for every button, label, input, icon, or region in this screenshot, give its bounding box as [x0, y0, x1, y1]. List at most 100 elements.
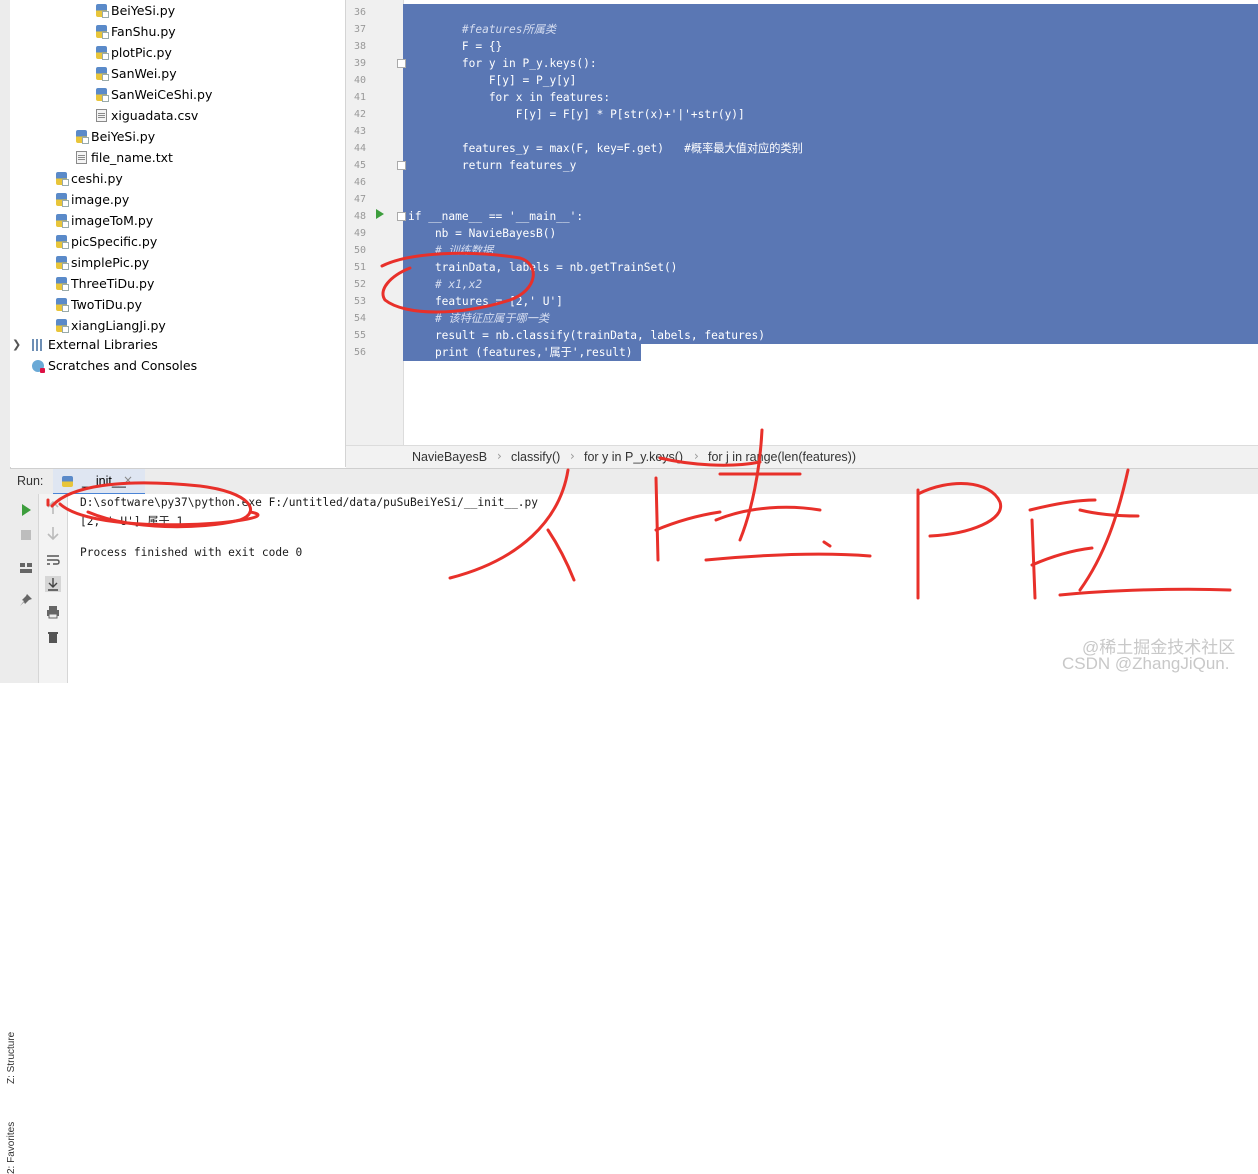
tree-item-file[interactable]: SanWei.py [96, 63, 177, 84]
line-number: 41 [353, 92, 366, 103]
python-file-icon [96, 4, 109, 18]
line-number: 38 [353, 41, 366, 52]
code-line[interactable]: # 该特征应属于哪一类 [408, 310, 549, 327]
tree-item-file[interactable]: plotPic.py [96, 42, 172, 63]
tree-item-label: picSpecific.py [71, 234, 158, 249]
arrow-down-icon[interactable] [45, 525, 61, 541]
console-line-command: D:\software\py37\python.exe F:/untitled/… [80, 496, 539, 509]
line-number: 43 [353, 126, 366, 137]
code-line[interactable]: return features_y [408, 157, 577, 174]
line-number: 55 [353, 330, 366, 341]
tree-item-label: BeiYeSi.py [111, 3, 176, 18]
fold-toggle-icon[interactable] [397, 59, 406, 68]
breadcrumb-item-method[interactable]: classify() [511, 450, 560, 464]
tree-item-file[interactable]: ceshi.py [56, 168, 123, 189]
line-number: 49 [353, 228, 366, 239]
tree-item-file[interactable]: TwoTiDu.py [56, 294, 142, 315]
tree-item-file[interactable]: SanWeiCeShi.py [96, 84, 212, 105]
library-icon [32, 339, 44, 351]
pin-icon[interactable] [18, 592, 34, 608]
stop-icon[interactable] [18, 527, 34, 543]
run-tab-label[interactable]: __init__ [82, 474, 126, 488]
selection-highlight [403, 174, 1258, 191]
python-file-icon [56, 172, 69, 186]
line-number: 42 [353, 109, 366, 120]
fold-toggle-icon[interactable] [397, 161, 406, 170]
tree-item-file[interactable]: BeiYeSi.py [76, 126, 155, 147]
scroll-to-end-icon[interactable] [45, 576, 61, 592]
tree-item-file[interactable]: picSpecific.py [56, 231, 157, 252]
trash-icon[interactable] [45, 629, 61, 645]
python-file-icon [56, 319, 69, 333]
code-line[interactable]: F[y] = P_y[y] [408, 72, 577, 89]
code-line[interactable]: for x in features: [408, 89, 610, 106]
python-file-icon [56, 193, 69, 207]
tree-item-file[interactable]: BeiYeSi.py [96, 0, 175, 21]
code-line[interactable]: print (features,'属于',result) [408, 344, 633, 361]
tree-item-file[interactable]: simplePic.py [56, 252, 149, 273]
code-line[interactable]: features_y = max(F, key=F.get) #概率最大值对应的… [408, 140, 803, 157]
line-number: 50 [353, 245, 366, 256]
code-line[interactable]: result = nb.classify(trainData, labels, … [408, 327, 765, 344]
breadcrumb-item-loop-y[interactable]: for y in P_y.keys() [584, 450, 683, 464]
run-main-icon[interactable] [376, 209, 384, 219]
line-number: 44 [353, 143, 366, 154]
selection-highlight [403, 4, 1258, 21]
rerun-icon[interactable] [18, 502, 34, 518]
python-file-icon [56, 235, 69, 249]
layout-icon[interactable] [18, 560, 34, 576]
code-line[interactable]: F = {} [408, 38, 502, 55]
breadcrumb-separator: › [570, 449, 575, 463]
tree-item-file[interactable]: ThreeTiDu.py [56, 273, 154, 294]
tree-item-file[interactable]: xiguadata.csv [96, 105, 198, 126]
print-icon[interactable] [45, 604, 61, 620]
python-file-icon [96, 25, 109, 39]
favorites-side-tab[interactable]: 2: Favorites [6, 1122, 17, 1174]
code-line[interactable]: if __name__ == '__main__': [408, 208, 583, 225]
code-line[interactable]: F[y] = F[y] * P[str(x)+'|'+str(y)] [408, 106, 745, 123]
chevron-right-icon[interactable]: ❯ [12, 334, 21, 355]
tree-item-file[interactable]: image.py [56, 189, 129, 210]
python-file-icon [56, 298, 69, 312]
breadcrumb-item-loop-j[interactable]: for j in range(len(features)) [708, 450, 856, 464]
tree-item-label: ceshi.py [71, 171, 123, 186]
line-number: 53 [353, 296, 366, 307]
python-file-icon [56, 277, 69, 291]
code-line[interactable]: # x1,x2 [408, 276, 482, 293]
console-line-output: [2, ' U'] 属于 1 [80, 515, 184, 528]
breadcrumb-item-class[interactable]: NavieBayesB [412, 450, 487, 464]
tree-item-file[interactable]: file_name.txt [76, 147, 173, 168]
run-toolbar-left: Z: Structure 2: Favorites [6, 494, 39, 1174]
line-number: 54 [353, 313, 366, 324]
line-number: 56 [353, 347, 366, 358]
tree-item-label: BeiYeSi.py [91, 129, 156, 144]
tree-item-file[interactable]: FanShu.py [96, 21, 176, 42]
tree-item-label: simplePic.py [71, 255, 150, 270]
code-line[interactable]: #features所属类 [408, 21, 556, 38]
selection-highlight [403, 123, 1258, 140]
tree-item-label: plotPic.py [111, 45, 172, 60]
structure-side-tab[interactable]: Z: Structure [6, 1032, 17, 1084]
soft-wrap-icon[interactable] [45, 552, 61, 568]
line-number: 40 [353, 75, 366, 86]
breadcrumb-separator: › [694, 449, 699, 463]
watermark-line-csdn: CSDN @ZhangJiQun. [1062, 654, 1230, 673]
tree-item-scratches[interactable]: Scratches and Consoles [32, 355, 197, 376]
line-number: 36 [353, 7, 366, 18]
arrow-up-icon[interactable] [45, 500, 61, 516]
tree-item-label: ThreeTiDu.py [71, 276, 155, 291]
tree-item-label: SanWei.py [111, 66, 177, 81]
fold-toggle-icon[interactable] [397, 212, 406, 221]
run-panel-header [10, 468, 1258, 495]
code-line[interactable]: features = [2,' U'] [408, 293, 563, 310]
code-line[interactable]: nb = NavieBayesB() [408, 225, 556, 242]
code-line[interactable]: trainData, labels = nb.getTrainSet() [408, 259, 677, 276]
python-file-icon [76, 130, 89, 144]
code-line[interactable]: # 训练数据 [408, 242, 493, 259]
python-file-icon [56, 214, 69, 228]
tree-item-file[interactable]: imageToM.py [56, 210, 153, 231]
line-number: 48 [353, 211, 366, 222]
close-tab-icon[interactable]: × [123, 473, 133, 487]
code-line[interactable]: for y in P_y.keys(): [408, 55, 597, 72]
tree-item-file[interactable]: xiangLiangJi.py [56, 315, 166, 336]
